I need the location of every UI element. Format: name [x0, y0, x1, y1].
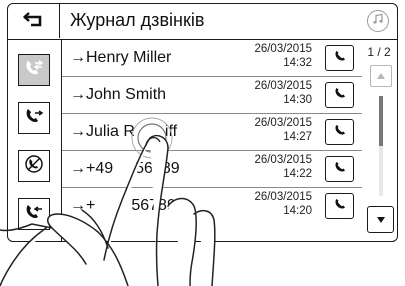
- call-back-button[interactable]: [325, 45, 354, 71]
- phone-icon: [334, 197, 346, 215]
- call-contact-name: →Julia R iff: [70, 123, 177, 141]
- call-row[interactable]: →John Smith 26/03/2015 14:30: [62, 77, 362, 114]
- page-indicator: 1 / 2: [367, 45, 391, 59]
- call-contact-name-start: →+49: [70, 160, 114, 177]
- filter-missed-calls-button[interactable]: [18, 150, 50, 182]
- call-row[interactable]: →Julia R iff 26/03/2015 14:27: [62, 114, 362, 151]
- call-time: 14:22: [283, 168, 312, 180]
- call-time: 14:27: [283, 131, 312, 143]
- call-contact-name: →+ 567891: [70, 197, 185, 215]
- call-contact-name-start: →+: [70, 197, 96, 214]
- call-contact-name: →+49 56789: [70, 160, 180, 178]
- call-contact-name-end: 56789: [135, 160, 180, 177]
- call-date: 26/03/2015: [254, 191, 312, 203]
- call-time: 14:32: [283, 57, 312, 69]
- chevron-down-icon: [376, 211, 386, 229]
- call-date: 26/03/2015: [254, 80, 312, 92]
- scroll-track[interactable]: [379, 96, 383, 196]
- call-contact-name-start: →Julia R: [70, 123, 135, 140]
- all-calls-icon: [24, 59, 44, 82]
- filter-sidebar: [8, 40, 62, 241]
- call-contact-name-end: iff: [164, 123, 178, 140]
- chevron-up-icon: [376, 67, 386, 85]
- outgoing-call-icon: [24, 107, 44, 130]
- incoming-call-icon: [24, 203, 44, 226]
- filter-incoming-calls-button[interactable]: [18, 198, 50, 230]
- call-time: 14:20: [283, 205, 312, 217]
- call-back-button[interactable]: [325, 156, 354, 182]
- missed-call-icon: [24, 154, 44, 179]
- back-button[interactable]: [8, 4, 60, 38]
- call-contact-name-end: 567891: [131, 197, 185, 214]
- scroll-down-button[interactable]: [367, 206, 394, 233]
- call-back-button[interactable]: [325, 193, 354, 219]
- call-timestamp: 26/03/2015 14:32: [254, 42, 312, 70]
- call-contact-name: →Henry Miller: [70, 49, 172, 66]
- call-date: 26/03/2015: [254, 154, 312, 166]
- call-row[interactable]: →+49 56789 26/03/2015 14:22: [62, 151, 362, 188]
- scrollbar[interactable]: 1 / 2: [364, 40, 397, 241]
- call-list: →Henry Miller 26/03/2015 14:32 →John Smi…: [62, 40, 362, 240]
- phone-icon: [334, 86, 346, 104]
- phone-icon: [334, 49, 346, 67]
- back-arrow-icon: [22, 11, 45, 32]
- call-contact-name: →John Smith: [70, 86, 167, 103]
- scroll-up-button[interactable]: [370, 65, 392, 87]
- call-back-button[interactable]: [325, 82, 354, 108]
- scroll-thumb[interactable]: [379, 96, 383, 146]
- phone-icon: [334, 160, 346, 178]
- phone-icon: [334, 123, 346, 141]
- call-time: 14:30: [283, 94, 312, 106]
- page-title: Журнал дзвінків: [70, 10, 205, 30]
- call-timestamp: 26/03/2015 14:30: [254, 79, 312, 107]
- music-button[interactable]: [367, 10, 389, 32]
- call-timestamp: 26/03/2015 14:27: [254, 116, 312, 144]
- call-row[interactable]: →Henry Miller 26/03/2015 14:32: [62, 40, 362, 77]
- call-timestamp: 26/03/2015 14:20: [254, 190, 312, 218]
- call-timestamp: 26/03/2015 14:22: [254, 153, 312, 181]
- filter-all-calls-button[interactable]: [18, 54, 50, 86]
- call-log-screen: Журнал дзвінків →Henry Miller 26/03/2015…: [7, 3, 398, 242]
- call-date: 26/03/2015: [254, 117, 312, 129]
- call-back-button[interactable]: [325, 119, 354, 145]
- call-row[interactable]: →+ 567891 26/03/2015 14:20: [62, 188, 362, 225]
- music-note-icon: [372, 12, 384, 30]
- filter-outgoing-calls-button[interactable]: [18, 102, 50, 134]
- header-bar: Журнал дзвінків: [8, 4, 397, 40]
- call-date: 26/03/2015: [254, 43, 312, 55]
